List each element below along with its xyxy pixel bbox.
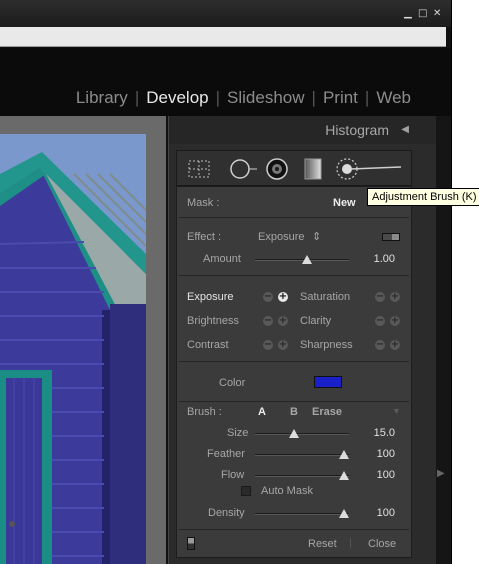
- exposure-label: Exposure: [187, 291, 234, 303]
- adjustment-brush-tooltip: Adjustment Brush (K): [367, 188, 479, 206]
- module-separator: |: [215, 88, 221, 107]
- contrast-minus-button[interactable]: −: [263, 340, 273, 350]
- expand-right-icon[interactable]: ▶: [437, 468, 445, 479]
- adjustment-brush-icon[interactable]: [335, 157, 405, 181]
- clarity-minus-button[interactable]: −: [375, 316, 385, 326]
- reset-button[interactable]: Reset: [308, 538, 337, 550]
- size-value[interactable]: 15.0: [355, 427, 395, 439]
- clarity-plus-button[interactable]: +: [390, 316, 400, 326]
- divider: [179, 529, 409, 530]
- module-library[interactable]: Library: [76, 88, 128, 107]
- density-label: Density: [208, 507, 245, 519]
- effect-toggle-switch[interactable]: [382, 233, 400, 241]
- density-value[interactable]: 100: [355, 507, 395, 519]
- exposure-minus-button[interactable]: −: [263, 292, 273, 302]
- module-separator: |: [364, 88, 370, 107]
- divider: [179, 401, 409, 402]
- amount-label: Amount: [203, 253, 241, 265]
- flow-slider[interactable]: [255, 471, 350, 481]
- module-develop[interactable]: Develop: [146, 88, 208, 107]
- contrast-plus-button[interactable]: +: [278, 340, 288, 350]
- amount-slider[interactable]: [255, 255, 349, 265]
- graduated-filter-icon[interactable]: [301, 157, 325, 181]
- module-print[interactable]: Print: [323, 88, 358, 107]
- brush-erase-tab[interactable]: Erase: [312, 406, 342, 418]
- feather-value[interactable]: 100: [355, 448, 395, 460]
- saturation-minus-button[interactable]: −: [375, 292, 385, 302]
- slider-track: [255, 513, 349, 515]
- flow-label: Flow: [221, 469, 245, 481]
- brush-b-tab[interactable]: B: [290, 406, 298, 418]
- histogram-panel-header[interactable]: Histogram ◀: [169, 116, 437, 144]
- collapse-arrow-icon[interactable]: ◀: [401, 124, 409, 135]
- sharpness-plus-button[interactable]: +: [390, 340, 400, 350]
- exposure-plus-button[interactable]: +: [278, 292, 288, 302]
- histogram-title: Histogram: [325, 122, 389, 138]
- brightness-minus-button[interactable]: −: [263, 316, 273, 326]
- title-bar: ▁ □ ✕: [0, 0, 451, 27]
- close-panel-button[interactable]: Close: [368, 538, 396, 550]
- slider-track: [255, 454, 349, 456]
- auto-mask-label: Auto Mask: [261, 485, 313, 497]
- auto-mask-checkbox[interactable]: [241, 486, 251, 496]
- sharpness-label: Sharpness: [300, 339, 353, 351]
- divider: [179, 217, 409, 218]
- brush-a-tab[interactable]: A: [258, 406, 266, 418]
- mask-label: Mask :: [187, 197, 220, 209]
- crop-overlay-icon[interactable]: [187, 157, 211, 181]
- size-label: Size: [227, 427, 249, 439]
- effect-preset-select[interactable]: Exposure: [258, 231, 304, 243]
- brush-label: Brush :: [187, 406, 222, 418]
- flow-value[interactable]: 100: [355, 469, 395, 481]
- slider-thumb[interactable]: [289, 429, 300, 438]
- close-button[interactable]: ✕: [433, 8, 441, 20]
- divider: [179, 361, 409, 362]
- module-web[interactable]: Web: [376, 88, 411, 107]
- feather-label: Feather: [207, 448, 245, 460]
- clarity-label: Clarity: [300, 315, 332, 327]
- module-picker: Library | Develop | Slideshow | Print | Web: [76, 88, 411, 108]
- slider-thumb[interactable]: [339, 509, 350, 518]
- mask-new-button[interactable]: New: [333, 197, 356, 209]
- preset-updown-icon[interactable]: ⇕: [312, 230, 321, 243]
- module-separator: |: [134, 88, 140, 107]
- photo-preview[interactable]: [0, 134, 146, 564]
- slider-thumb[interactable]: [339, 450, 350, 459]
- spot-removal-icon[interactable]: [229, 157, 257, 181]
- sharpness-minus-button[interactable]: −: [375, 340, 385, 350]
- density-slider[interactable]: [255, 509, 350, 519]
- brightness-label: Brightness: [187, 315, 239, 327]
- brush-menu-arrow-icon[interactable]: ▼: [392, 406, 401, 416]
- slider-thumb[interactable]: [339, 471, 350, 480]
- contrast-label: Contrast: [187, 339, 229, 351]
- show-pins-toggle[interactable]: [187, 537, 195, 550]
- slider-track: [255, 433, 349, 435]
- size-slider[interactable]: [255, 429, 349, 439]
- lightroom-window: ▁ □ ✕ Library | Develop | Slideshow | Print | We…: [0, 0, 452, 564]
- color-label: Color: [219, 377, 246, 389]
- right-panel-edge: [436, 116, 451, 564]
- brightness-plus-button[interactable]: +: [278, 316, 288, 326]
- module-slideshow[interactable]: Slideshow: [227, 88, 305, 107]
- maximize-button[interactable]: □: [418, 8, 427, 20]
- slider-thumb[interactable]: [301, 255, 312, 264]
- slider-track: [255, 475, 349, 477]
- module-separator: |: [311, 88, 316, 107]
- menu-strip: [0, 27, 446, 47]
- minimize-button[interactable]: ▁: [404, 8, 412, 20]
- saturation-plus-button[interactable]: +: [390, 292, 400, 302]
- divider: [179, 275, 409, 276]
- amount-value[interactable]: 1.00: [355, 253, 395, 265]
- tool-strip: [176, 150, 412, 186]
- effect-label: Effect :: [187, 231, 222, 243]
- color-swatch[interactable]: [314, 376, 342, 388]
- red-eye-icon[interactable]: [265, 157, 289, 181]
- feather-slider[interactable]: [255, 450, 350, 460]
- footer-separator: |: [349, 537, 352, 549]
- adjustment-brush-panel: Mask : New Effect : Exposure ⇕ Amount 1.…: [176, 186, 412, 558]
- saturation-label: Saturation: [300, 291, 351, 303]
